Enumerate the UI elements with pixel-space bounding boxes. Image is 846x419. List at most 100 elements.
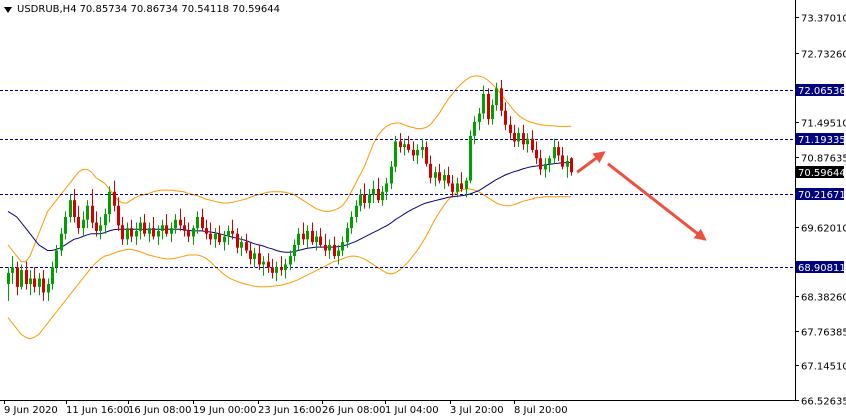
bull-candle <box>11 267 14 273</box>
bull-candle <box>253 253 256 259</box>
bear-candle <box>311 230 314 243</box>
bull-candle <box>64 216 67 234</box>
bull-candle <box>328 244 331 251</box>
bull-candle <box>434 172 437 178</box>
bear-candle <box>399 141 402 148</box>
bear-candle <box>438 172 441 181</box>
bear-candle <box>267 261 270 268</box>
bull-candle <box>346 228 349 243</box>
bull-candle <box>223 236 226 243</box>
dropdown-triangle-icon[interactable] <box>4 6 12 13</box>
bull-candle <box>69 200 72 217</box>
bear-candle <box>447 175 450 184</box>
bull-candle <box>240 242 243 248</box>
bull-candle <box>526 138 529 145</box>
bull-candle <box>82 219 85 229</box>
bull-candle <box>403 144 406 148</box>
bear-candle <box>73 200 76 217</box>
bull-candle <box>381 191 384 201</box>
price-chart[interactable]: 73.37010 72.73260 71.49510 70.87635 69.62010… <box>0 0 846 419</box>
current-price-label: 70.59644 <box>798 168 846 179</box>
bear-candle <box>245 242 248 251</box>
time-tick-label: 11 Jun 16:00 <box>66 405 130 416</box>
bear-candle <box>407 144 410 150</box>
bear-candle <box>209 233 212 240</box>
bull-candle <box>495 88 498 106</box>
bear-candle <box>535 149 538 159</box>
bull-candle <box>517 133 520 142</box>
bear-candle <box>95 222 98 231</box>
bear-candle <box>500 88 503 111</box>
bear-candle <box>183 225 186 231</box>
bull-candle <box>7 272 10 285</box>
price-tick-label: 67.14510 <box>801 362 846 373</box>
bull-candle <box>148 228 151 234</box>
ohlc-readout: 70.85734 70.86734 70.54118 70.59644 <box>79 4 280 15</box>
bear-candle <box>42 278 45 293</box>
bear-candle <box>121 225 124 240</box>
bear-candle <box>152 228 155 237</box>
bear-candle <box>425 147 428 164</box>
bear-candle <box>513 133 516 142</box>
time-axis[interactable]: 9 Jun 2020 11 Jun 16:0016 Jun 08:00 19 Jun… <box>4 400 568 416</box>
bull-candle <box>139 222 142 231</box>
time-tick-label: 3 Jul 20:00 <box>450 405 504 416</box>
bear-candle <box>249 250 252 259</box>
bull-candle <box>174 219 177 229</box>
bull-candle <box>170 228 173 234</box>
bear-candle <box>319 236 322 245</box>
bear-candle <box>77 216 80 229</box>
bull-candle <box>289 256 292 265</box>
bear-candle <box>236 233 239 248</box>
bull-candle <box>192 228 195 237</box>
bull-candle <box>491 105 494 120</box>
bear-candle <box>302 233 305 240</box>
bull-candle <box>47 284 50 293</box>
bull-candle <box>548 158 551 164</box>
bull-candle <box>394 141 397 167</box>
bull-candle <box>126 228 129 240</box>
bear-candle <box>557 147 560 156</box>
bull-candle <box>473 121 476 136</box>
bull-candle <box>390 166 393 184</box>
bull-candle <box>306 230 309 240</box>
time-tick-label: 9 Jun 2020 <box>4 405 58 416</box>
bear-candle <box>280 267 283 271</box>
bear-candle <box>16 267 19 287</box>
bull-candle <box>566 161 569 167</box>
price-tick-label: 69.62010 <box>801 224 846 235</box>
bull-candle <box>456 183 459 192</box>
bull-candle <box>482 93 485 114</box>
bull-candle <box>20 270 23 287</box>
bear-candle <box>25 270 28 285</box>
time-tick-label: 23 Jun 16:00 <box>258 405 322 416</box>
bull-candle <box>55 250 58 268</box>
bear-candle <box>179 219 182 226</box>
price-axis[interactable]: 73.37010 72.73260 71.49510 70.87635 69.62010… <box>795 14 846 408</box>
bear-candle <box>412 149 415 156</box>
bear-candle <box>113 191 116 206</box>
bear-candle <box>487 93 490 120</box>
bull-candle <box>355 205 358 217</box>
bull-candle <box>553 147 556 159</box>
bear-candle <box>377 188 380 201</box>
bull-candle <box>293 244 296 257</box>
bear-candle <box>333 244 336 257</box>
bull-candle <box>385 183 388 192</box>
bear-candle <box>570 158 573 173</box>
bear-candle <box>218 233 221 243</box>
bear-candle <box>451 183 454 192</box>
price-level-labels: 72.06536 71.19335 70.21671 68.90811 70.59644 <box>796 84 846 274</box>
time-tick-label: 19 Jun 00:00 <box>193 405 257 416</box>
bear-candle <box>33 278 36 287</box>
bull-candle <box>227 230 230 237</box>
time-tick-label: 8 Jul 20:00 <box>514 405 568 416</box>
chart-header[interactable]: USDRUB,H4 70.85734 70.86734 70.54118 70.… <box>4 4 280 15</box>
bull-candle <box>469 135 472 181</box>
level-label: 70.21671 <box>798 190 846 201</box>
price-tick-label: 70.87635 <box>801 154 846 165</box>
bull-candle <box>108 191 111 215</box>
plot-area[interactable] <box>0 0 795 400</box>
bear-candle <box>271 267 274 273</box>
bull-candle <box>135 230 138 237</box>
